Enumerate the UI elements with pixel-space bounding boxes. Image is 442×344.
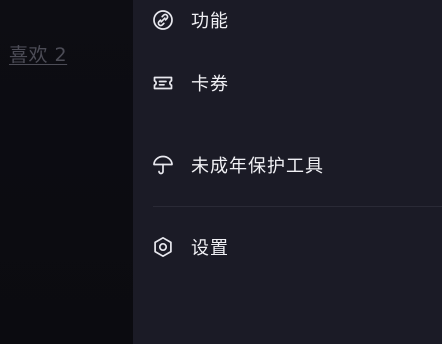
menu-item-label: 功能 [191, 11, 229, 32]
screen: 喜欢 2 功能 卡券 未成年保护工具 设置 [0, 0, 442, 344]
dimmed-backdrop[interactable]: 喜欢 2 [0, 0, 133, 344]
menu-item-minor-protection[interactable]: 未成年保护工具 [151, 150, 324, 180]
link-icon [151, 8, 175, 32]
likes-link[interactable]: 喜欢 2 [9, 40, 67, 67]
umbrella-icon [151, 153, 175, 177]
menu-item-label: 设置 [191, 238, 229, 259]
menu-item-settings[interactable]: 设置 [151, 232, 229, 262]
ticket-icon [151, 71, 175, 95]
menu-item-label: 未成年保护工具 [191, 156, 324, 177]
gear-icon [151, 235, 175, 259]
menu-item-label: 卡券 [191, 74, 229, 95]
menu-item-functions[interactable]: 功能 [151, 5, 229, 35]
menu-divider [153, 206, 442, 207]
menu-item-coupons[interactable]: 卡券 [151, 68, 229, 98]
side-drawer: 功能 卡券 未成年保护工具 设置 [133, 0, 442, 344]
